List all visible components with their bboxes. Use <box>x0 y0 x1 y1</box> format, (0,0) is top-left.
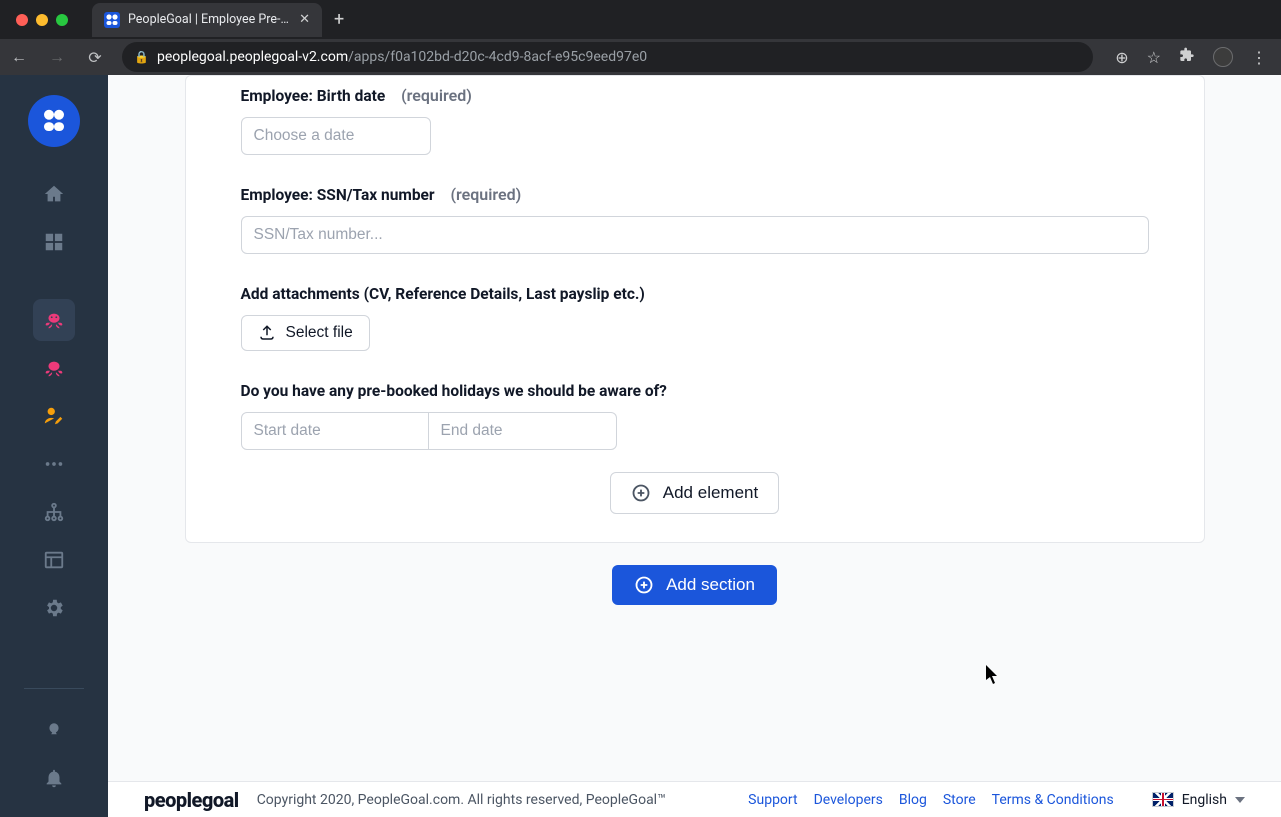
holiday-end-input[interactable] <box>429 412 617 450</box>
tab-close-button[interactable]: ✕ <box>299 12 310 27</box>
lock-icon: 🔒 <box>134 50 149 64</box>
birth-date-required: (required) <box>401 86 472 105</box>
back-button[interactable]: ← <box>0 47 38 67</box>
bookmark-star-icon[interactable]: ☆ <box>1147 48 1161 67</box>
sidebar <box>0 75 108 817</box>
tab-title: PeopleGoal | Employee Pre-On <box>128 12 291 27</box>
forward-button[interactable]: → <box>38 47 76 67</box>
tab-strip: PeopleGoal | Employee Pre-On ✕ + <box>0 0 1281 39</box>
extensions-icon[interactable] <box>1179 47 1195 67</box>
select-file-label: Select file <box>286 324 353 342</box>
browser-chrome: PeopleGoal | Employee Pre-On ✕ + ← → ⟳ 🔒… <box>0 0 1281 75</box>
field-holidays: Do you have any pre-booked holidays we s… <box>241 381 1149 450</box>
holidays-label: Do you have any pre-booked holidays we s… <box>241 382 667 400</box>
address-bar[interactable]: 🔒 peoplegoal.peoplegoal-v2.com/apps/f0a1… <box>122 42 1093 72</box>
birth-date-label: Employee: Birth date <box>241 87 386 105</box>
url-host: peoplegoal.peoplegoal-v2.com <box>157 49 348 65</box>
nav-octopus-secondary[interactable] <box>33 347 75 389</box>
form-card: Employee: Birth date (required) Employee… <box>185 75 1205 543</box>
nav-notifications[interactable] <box>33 757 75 799</box>
nav-user-edit[interactable] <box>33 395 75 437</box>
field-birth-date: Employee: Birth date (required) <box>241 86 1149 155</box>
footer-brand: peoplegoal <box>144 788 239 812</box>
nav-reports[interactable] <box>33 539 75 581</box>
main-content: Employee: Birth date (required) Employee… <box>108 75 1281 817</box>
ssn-label: Employee: SSN/Tax number <box>241 186 435 204</box>
profile-avatar[interactable] <box>1213 47 1233 67</box>
flag-uk-icon <box>1152 792 1174 807</box>
browser-right-icons: ⊕ ☆ ⋮ <box>1101 47 1281 67</box>
tab-favicon <box>104 12 120 28</box>
footer-link-blog[interactable]: Blog <box>899 792 927 808</box>
zoom-icon[interactable]: ⊕ <box>1115 48 1128 67</box>
add-element-button[interactable]: Add element <box>610 472 779 514</box>
add-section-button[interactable]: Add section <box>612 565 777 605</box>
chevron-down-icon <box>1235 797 1245 803</box>
nav-home[interactable] <box>33 173 75 215</box>
birth-date-input[interactable] <box>241 117 431 155</box>
new-tab-button[interactable]: + <box>334 9 344 30</box>
window-minimize-button[interactable] <box>36 14 48 26</box>
reload-button[interactable]: ⟳ <box>76 48 114 67</box>
nav-apps[interactable] <box>33 221 75 263</box>
attachments-label: Add attachments (CV, Reference Details, … <box>241 285 645 303</box>
window-controls <box>0 14 84 26</box>
app: Employee: Birth date (required) Employee… <box>0 75 1281 817</box>
ssn-required: (required) <box>450 185 521 204</box>
footer-copyright: Copyright 2020, PeopleGoal.com. All righ… <box>257 792 666 808</box>
sidebar-divider <box>24 688 84 689</box>
plus-circle-icon <box>631 483 651 503</box>
upload-icon <box>258 324 276 342</box>
language-selector[interactable]: English <box>1152 792 1245 808</box>
browser-tab[interactable]: PeopleGoal | Employee Pre-On ✕ <box>92 3 322 37</box>
window-close-button[interactable] <box>16 14 28 26</box>
nav-octopus-active[interactable] <box>33 299 75 341</box>
app-logo[interactable] <box>28 95 80 147</box>
footer-link-store[interactable]: Store <box>943 792 976 808</box>
nav-more[interactable] <box>33 443 75 485</box>
nav-org-chart[interactable] <box>33 491 75 533</box>
add-element-label: Add element <box>663 483 758 503</box>
holiday-date-range <box>241 412 1149 450</box>
language-label: English <box>1182 792 1227 808</box>
nav-settings[interactable] <box>33 587 75 629</box>
url-path: /apps/f0a102bd-d20c-4cd9-8acf-e95c9eed97… <box>348 49 647 65</box>
holiday-start-input[interactable] <box>241 412 429 450</box>
address-bar-row: ← → ⟳ 🔒 peoplegoal.peoplegoal-v2.com/app… <box>0 39 1281 75</box>
field-ssn: Employee: SSN/Tax number (required) <box>241 185 1149 254</box>
footer-link-terms[interactable]: Terms & Conditions <box>992 792 1114 808</box>
footer-link-support[interactable]: Support <box>748 792 797 808</box>
footer: peoplegoal Copyright 2020, PeopleGoal.co… <box>108 781 1281 817</box>
window-maximize-button[interactable] <box>56 14 68 26</box>
add-section-label: Add section <box>666 575 755 595</box>
nav-help[interactable] <box>33 705 75 747</box>
footer-links: Support Developers Blog Store Terms & Co… <box>748 792 1114 808</box>
select-file-button[interactable]: Select file <box>241 315 370 351</box>
ssn-input[interactable] <box>241 216 1149 254</box>
kebab-menu-icon[interactable]: ⋮ <box>1251 48 1267 67</box>
field-attachments: Add attachments (CV, Reference Details, … <box>241 284 1149 351</box>
footer-link-developers[interactable]: Developers <box>814 792 883 808</box>
plus-circle-icon <box>634 575 654 595</box>
